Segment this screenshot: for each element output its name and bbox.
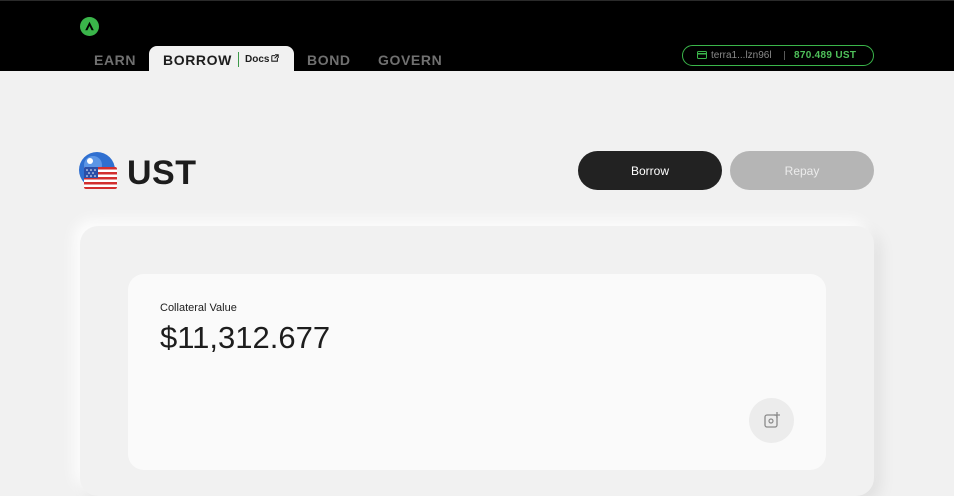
anchor-logo-icon[interactable] (80, 17, 99, 36)
docs-label: Docs (245, 54, 270, 65)
nav-divider (238, 52, 239, 67)
page-title: UST (127, 154, 197, 192)
wallet-address: terra1...lzn96l (711, 50, 772, 61)
nav-borrow-tab[interactable]: BORROW Docs (149, 46, 294, 72)
us-flag-coin-icon (79, 152, 117, 189)
wallet-balance: 870.489 UST (794, 50, 857, 61)
collateral-value-amount: $11,312.677 (160, 320, 331, 355)
docs-link[interactable]: Docs (245, 46, 280, 73)
nav-bond[interactable]: BOND (307, 46, 351, 72)
wallet-divider (784, 51, 785, 60)
collateral-card: Collateral Value $11,312.677 (128, 274, 826, 470)
top-navigation-bar: EARN BORROW Docs BOND GOVERN terra1...lz… (0, 0, 954, 72)
nav-govern[interactable]: GOVERN (378, 46, 442, 72)
collateral-value-label: Collateral Value (160, 302, 237, 314)
repay-button[interactable]: Repay (730, 151, 874, 190)
wallet-button[interactable]: terra1...lzn96l 870.489 UST (682, 45, 874, 66)
nav-earn[interactable]: EARN (94, 46, 136, 72)
add-collateral-icon (764, 412, 780, 428)
wallet-card-icon (697, 51, 707, 59)
borrow-button[interactable]: Borrow (578, 151, 722, 190)
add-collateral-button[interactable] (749, 398, 794, 443)
external-link-icon (271, 54, 280, 62)
nav-borrow[interactable]: BORROW (163, 46, 232, 74)
